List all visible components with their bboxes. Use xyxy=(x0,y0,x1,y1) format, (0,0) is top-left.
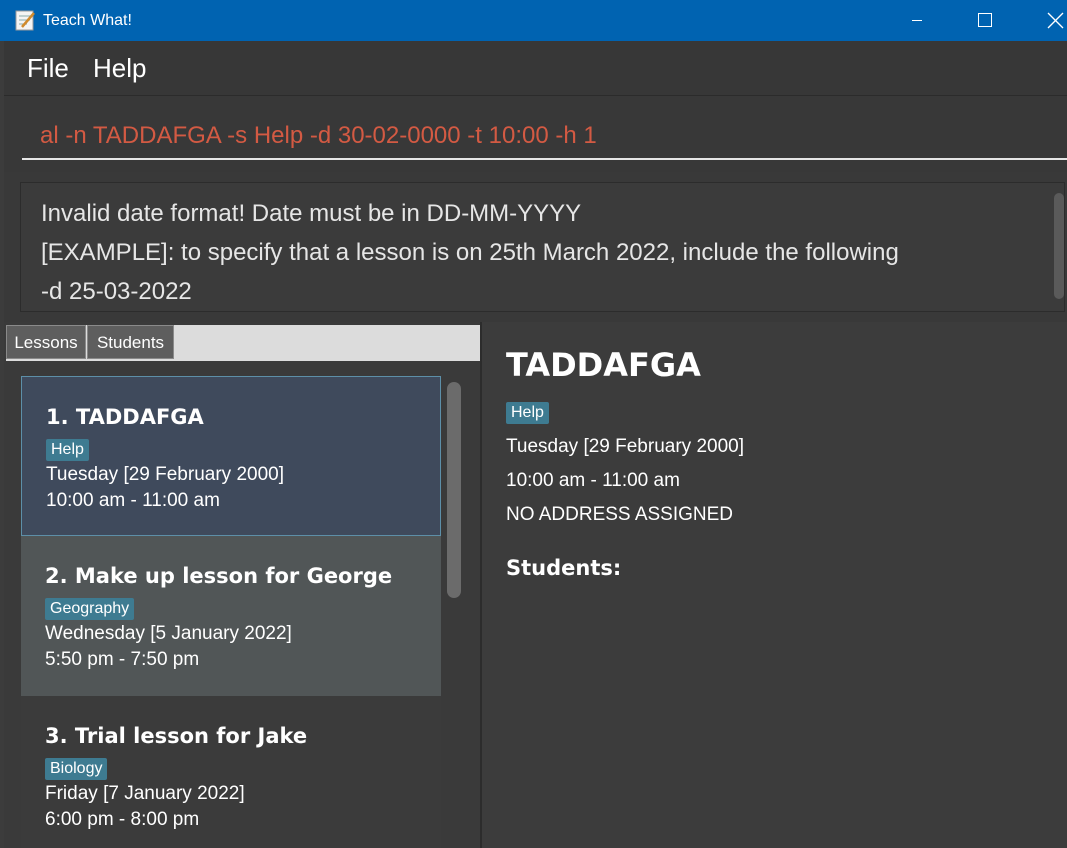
menu-help[interactable]: Help xyxy=(93,51,146,85)
tab-students[interactable]: Students xyxy=(87,325,174,359)
window-title: Teach What! xyxy=(43,12,132,29)
close-icon xyxy=(1047,12,1064,29)
result-text-area[interactable]: Invalid date format! Date must be in DD-… xyxy=(20,182,1065,312)
tab-header: Lessons Students xyxy=(6,325,480,361)
app-window: Teach What! File Help Invalid date forma… xyxy=(0,0,1067,848)
lesson-date: Tuesday [29 February 2000] xyxy=(46,464,284,485)
lesson-list: 1. TADDAFGA Help Tuesday [29 February 20… xyxy=(21,376,441,848)
detail-time: 10:00 am - 11:00 am xyxy=(506,470,680,491)
students-label: Students: xyxy=(506,556,622,580)
lesson-date: Wednesday [5 January 2022] xyxy=(45,623,292,644)
lesson-card[interactable]: 2. Make up lesson for George Geography W… xyxy=(21,536,441,696)
notepad-icon xyxy=(15,10,35,31)
minimize-button[interactable] xyxy=(894,0,940,41)
result-scrollbar[interactable] xyxy=(1054,193,1064,299)
detail-panel: TADDAFGA Help Tuesday [29 February 2000]… xyxy=(482,322,1067,848)
menu-file[interactable]: File xyxy=(27,51,69,85)
subject-tag: Help xyxy=(46,439,89,461)
list-panel: Lessons Students 1. TADDAFGA Help Tuesda… xyxy=(4,322,482,848)
menu-bar: File Help xyxy=(4,41,1067,96)
result-line: Invalid date format! Date must be in DD-… xyxy=(41,200,582,227)
lesson-title: 3. Trial lesson for Jake xyxy=(45,724,308,748)
tab-lessons[interactable]: Lessons xyxy=(6,325,86,359)
result-line: -d 25-03-2022 xyxy=(41,278,192,305)
detail-address: NO ADDRESS ASSIGNED xyxy=(506,504,734,525)
command-box xyxy=(4,96,1067,172)
lesson-time: 6:00 pm - 8:00 pm xyxy=(45,809,200,830)
lesson-time: 5:50 pm - 7:50 pm xyxy=(45,649,200,670)
detail-date: Tuesday [29 February 2000] xyxy=(506,436,744,457)
lesson-time: 10:00 am - 11:00 am xyxy=(46,490,220,511)
detail-title: TADDAFGA xyxy=(506,346,701,384)
lesson-title: 2. Make up lesson for George xyxy=(45,564,393,588)
subject-tag: Biology xyxy=(45,758,108,780)
maximize-icon xyxy=(978,13,992,27)
result-line: [EXAMPLE]: to specify that a lesson is o… xyxy=(41,239,899,266)
maximize-button[interactable] xyxy=(962,0,1008,41)
close-button[interactable] xyxy=(1030,0,1067,41)
subject-tag: Help xyxy=(506,402,549,424)
lesson-card[interactable]: 1. TADDAFGA Help Tuesday [29 February 20… xyxy=(21,376,441,536)
lesson-card[interactable]: 3. Trial lesson for Jake Biology Friday … xyxy=(21,696,441,848)
minimize-icon xyxy=(912,20,922,21)
lesson-list-scrollbar[interactable] xyxy=(447,382,461,598)
subject-tag: Geography xyxy=(45,598,135,620)
command-input[interactable] xyxy=(22,114,1067,160)
lesson-date: Friday [7 January 2022] xyxy=(45,783,245,804)
lesson-title: 1. TADDAFGA xyxy=(46,405,204,429)
result-display: Invalid date format! Date must be in DD-… xyxy=(4,172,1067,322)
title-bar[interactable]: Teach What! xyxy=(0,0,1067,41)
